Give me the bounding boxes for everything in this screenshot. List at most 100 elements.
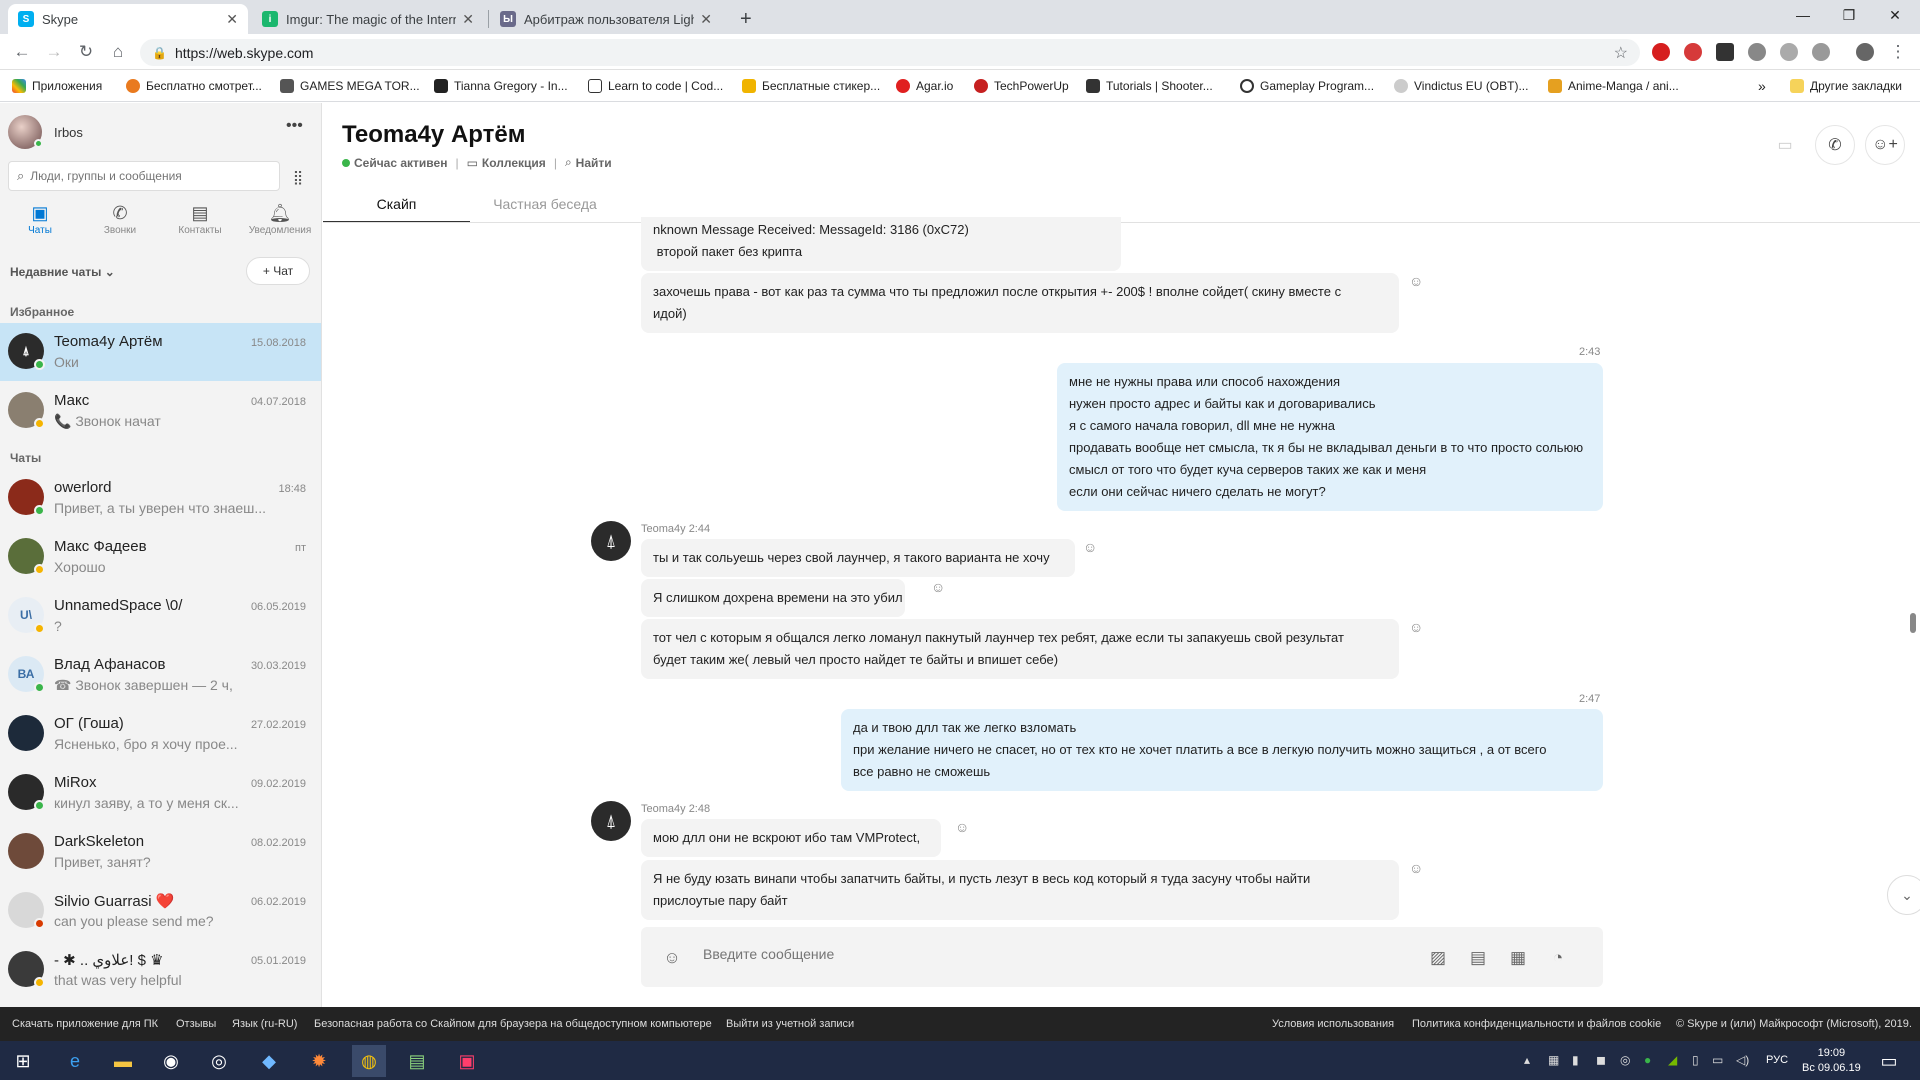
emoji-icon[interactable]: ☺ <box>659 945 685 971</box>
chat-item[interactable]: ⍋ Teoma4y Артём Оки 15.08.2018 <box>0 323 321 381</box>
minimize-icon[interactable]: — <box>1780 0 1826 30</box>
search-box[interactable]: ⌕ <box>8 161 280 191</box>
file-explorer-icon[interactable]: ▬ <box>106 1045 140 1077</box>
bookmark-item[interactable]: GAMES MEGA TOR... <box>280 76 420 96</box>
message-bubble[interactable]: захочешь права - вот как раз та сумма чт… <box>641 273 1399 333</box>
tray-icon[interactable]: ◼ <box>1596 1053 1606 1067</box>
close-tab-icon[interactable]: ✕ <box>700 11 712 28</box>
scrollbar-thumb[interactable] <box>1910 613 1916 633</box>
audio-call-icon[interactable]: ✆ <box>1815 125 1855 165</box>
app-icon[interactable]: ✹ <box>302 1045 336 1077</box>
message-bubble[interactable]: nknown Message Received: MessageId: 3186… <box>641 217 1121 271</box>
microphone-icon[interactable]: ▮ <box>1572 1053 1579 1067</box>
dialpad-icon[interactable]: ⣿ <box>284 163 312 191</box>
search-input[interactable] <box>30 169 261 183</box>
avatar[interactable]: ⍋ <box>591 521 631 561</box>
nvidia-icon[interactable]: ◢ <box>1668 1053 1677 1067</box>
tab-chats[interactable]: ▣ Чаты <box>0 201 80 245</box>
message-bubble[interactable]: Я слишком дохрена времени на это убил <box>641 579 905 617</box>
more-bookmarks-button[interactable]: » <box>1758 76 1766 96</box>
edge-icon[interactable]: e <box>58 1045 92 1077</box>
message-bubble[interactable]: мне не нужны права или способ нахождения… <box>1057 363 1603 511</box>
footer-link[interactable]: Выйти из учетной записи <box>726 1018 854 1030</box>
other-bookmarks[interactable]: Другие закладки <box>1790 76 1902 96</box>
contact-card-icon[interactable]: ▤ <box>1465 945 1491 971</box>
schedule-icon[interactable]: ▦ <box>1505 945 1531 971</box>
tab-contacts[interactable]: ▤ Контакты <box>160 201 240 245</box>
ide-icon[interactable]: ▣ <box>450 1045 484 1077</box>
restore-icon[interactable]: ❐ <box>1826 0 1872 30</box>
windows-start-icon[interactable]: ⊞ <box>6 1045 40 1077</box>
message-input[interactable] <box>703 946 1353 962</box>
star-icon[interactable]: ☆ <box>1614 43 1628 63</box>
chat-item[interactable]: Макс 📞 Звонок начат 04.07.2018 <box>0 382 321 440</box>
close-window-icon[interactable]: ✕ <box>1872 0 1918 30</box>
smiley-react-icon[interactable]: ☺ <box>1409 273 1423 289</box>
extension-icon[interactable] <box>1716 43 1734 61</box>
close-tab-icon[interactable]: ✕ <box>462 11 474 28</box>
message-bubble[interactable]: тот чел с которым я общался легко ломану… <box>641 619 1399 679</box>
smiley-react-icon[interactable]: ☺ <box>931 579 945 595</box>
reload-icon[interactable]: ↻ <box>74 40 98 64</box>
new-chat-button[interactable]: + Чат <box>246 257 310 285</box>
tray-icon[interactable]: ▦ <box>1548 1053 1559 1067</box>
chat-item[interactable]: U\ UnnamedSpace \0/ ? 06.05.2019 <box>0 587 321 645</box>
bookmark-item[interactable]: Tianna Gregory - In... <box>434 76 568 96</box>
chat-item[interactable]: Макс Фадеев Хорошо пт <box>0 528 321 586</box>
message-bubble[interactable]: мою длл они не вскроют ибо там VMProtect… <box>641 819 941 857</box>
footer-link[interactable]: Безопасная работа со Скайпом для браузер… <box>314 1018 712 1030</box>
new-tab-button[interactable]: + <box>730 4 764 34</box>
tab-notifications[interactable]: 🔔︎ Уведомления <box>240 201 320 245</box>
footer-link[interactable]: Скачать приложение для ПК <box>12 1018 158 1030</box>
tray-icon[interactable]: ● <box>1644 1053 1651 1067</box>
tab-lightf[interactable]: Ы Арбитраж пользователя LightF ✕ <box>490 4 722 34</box>
bookmark-item[interactable]: Vindictus EU (OBT)... <box>1394 76 1528 96</box>
chat-item[interactable]: ВА Влад Афанасов ☎ Звонок завершен — 2 ч… <box>0 646 321 704</box>
chat-item[interactable]: MiRox кинул заяву, а то у меня ск... 09.… <box>0 764 321 822</box>
recent-chats-dropdown[interactable]: Недавние чаты ⌄ <box>10 265 115 279</box>
scroll-down-button[interactable]: ⌄ <box>1887 875 1920 915</box>
app-icon[interactable]: ◉ <box>154 1045 188 1077</box>
smiley-react-icon[interactable]: ☺ <box>1409 860 1423 876</box>
tab-imgur[interactable]: i Imgur: The magic of the Internet ✕ <box>252 4 484 34</box>
notepad-icon[interactable]: ▤ <box>400 1045 434 1077</box>
footer-link[interactable]: Язык (ru-RU) <box>232 1018 297 1030</box>
extension-icon[interactable] <box>1652 43 1670 61</box>
footer-link[interactable]: Условия использования <box>1272 1018 1394 1030</box>
language-indicator[interactable]: РУС <box>1766 1054 1788 1066</box>
close-tab-icon[interactable]: ✕ <box>226 11 238 28</box>
smiley-react-icon[interactable]: ☺ <box>955 819 969 835</box>
bookmark-item[interactable]: Anime-Manga / ani... <box>1548 76 1679 96</box>
tray-icon[interactable]: ▯ <box>1692 1053 1699 1067</box>
bookmark-item[interactable]: Agar.io <box>896 76 953 96</box>
message-bubble[interactable]: да и твою длл так же легко взломать при … <box>841 709 1603 791</box>
message-bubble[interactable]: ты и так сольуешь через свой лаунчер, я … <box>641 539 1075 577</box>
conversation-title[interactable]: Teoma4y Артём <box>342 121 525 149</box>
more-options-button[interactable]: ••• <box>286 117 303 135</box>
chat-item[interactable]: ОГ (Гоша) Ясненько, бро я хочу прое... 2… <box>0 705 321 763</box>
chrome-icon[interactable]: ◍ <box>352 1045 386 1077</box>
address-bar[interactable]: 🔒 https://web.skype.com ☆ <box>140 39 1640 66</box>
bookmark-item[interactable]: Learn to code | Cod... <box>588 76 723 96</box>
bookmark-item[interactable]: TechPowerUp <box>974 76 1069 96</box>
chat-item[interactable]: Silvio Guarrasi ❤️ can you please send m… <box>0 882 321 940</box>
chat-item[interactable]: DarkSkeleton Привет, занят? 08.02.2019 <box>0 823 321 881</box>
bookmark-apps[interactable]: Приложения <box>12 76 102 96</box>
bookmark-item[interactable]: Gameplay Program... <box>1240 76 1374 96</box>
tray-icon[interactable]: ▴ <box>1524 1053 1530 1067</box>
message-bubble[interactable]: Я не буду юзать винапи чтобы запатчить б… <box>641 860 1399 920</box>
bookmark-item[interactable]: Бесплатно смотрет... <box>126 76 262 96</box>
volume-icon[interactable]: ◁) <box>1736 1053 1749 1067</box>
tab-private-chat[interactable]: Частная беседа <box>470 189 620 223</box>
extension-icon[interactable] <box>1780 43 1798 61</box>
extension-icon[interactable] <box>1812 43 1830 61</box>
tray-icon[interactable]: ◎ <box>1620 1053 1630 1067</box>
back-icon[interactable]: ← <box>10 40 34 64</box>
chat-item[interactable]: owerlord Привет, а ты уверен что знаеш..… <box>0 469 321 527</box>
extension-icon[interactable] <box>1748 43 1766 61</box>
add-person-icon[interactable]: ☺+ <box>1865 125 1905 165</box>
network-icon[interactable]: ▭ <box>1712 1053 1723 1067</box>
steam-icon[interactable]: ◎ <box>202 1045 236 1077</box>
smiley-react-icon[interactable]: ☺ <box>1409 619 1423 635</box>
footer-link[interactable]: Политика конфиденциальности и файлов coo… <box>1412 1018 1661 1030</box>
